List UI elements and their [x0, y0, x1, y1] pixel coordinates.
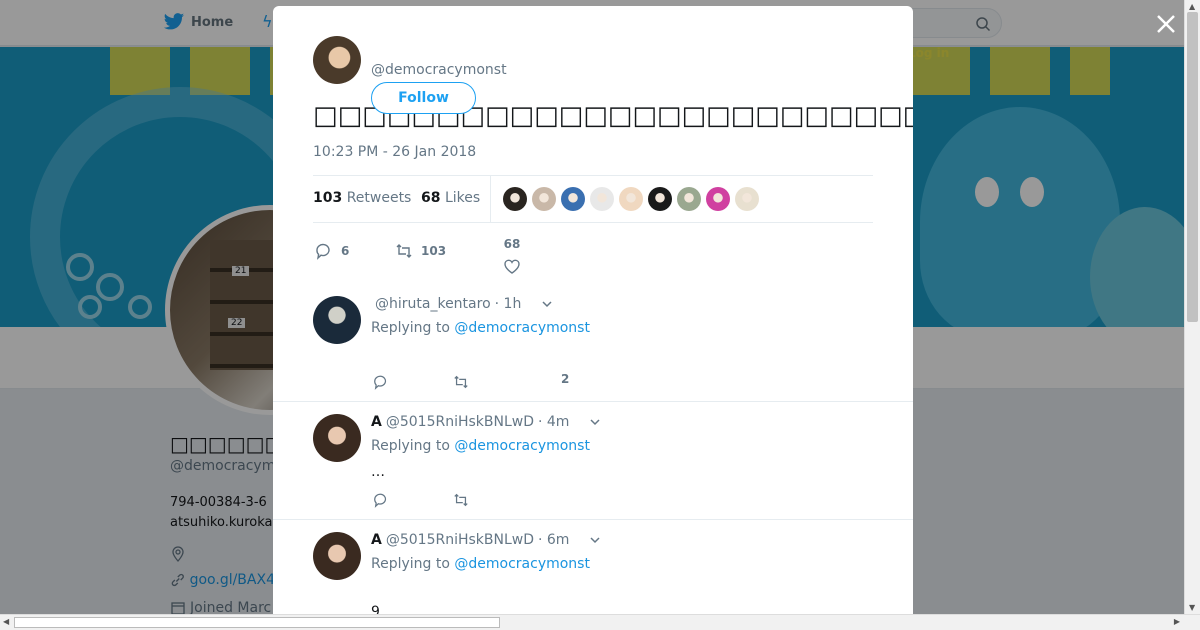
reply-action[interactable]: 6: [315, 242, 349, 260]
reply-handle[interactable]: @hiruta_kentaro: [375, 296, 491, 312]
reply-time[interactable]: · 6m: [538, 532, 569, 548]
reply-item[interactable]: A @5015RniHskBNLwD · 4m Replying to @dem…: [273, 402, 913, 520]
reply-header: @hiruta_kentaro · 1h: [375, 296, 553, 312]
close-button[interactable]: [1154, 12, 1178, 36]
stats-divider: [490, 176, 491, 222]
chevron-down-icon[interactable]: [541, 298, 553, 310]
retweets-label: Retweets: [346, 190, 412, 206]
liker-avatar[interactable]: [619, 187, 643, 211]
tweet-stats: 103 Retweets 68 Likes: [313, 175, 873, 223]
reply-item[interactable]: A @5015RniHskBNLwD · 6m Replying to @dem…: [273, 520, 913, 614]
like-count: 68: [503, 237, 521, 251]
heart-icon: [504, 259, 520, 274]
reply-header: A @5015RniHskBNLwD · 6m: [371, 532, 601, 548]
retweets-count: 103: [313, 190, 343, 206]
liker-avatar[interactable]: [561, 187, 585, 211]
tweet-actions: 6 103 68: [313, 234, 613, 284]
scroll-right-arrow[interactable]: ▶: [1174, 617, 1180, 626]
reply-actions: [371, 492, 631, 512]
reply-item[interactable]: @hiruta_kentaro · 1h Replying to @democr…: [273, 284, 913, 402]
author-avatar[interactable]: [313, 36, 361, 84]
author-handle[interactable]: @democracymonst: [371, 62, 507, 78]
reply-icon: [374, 375, 387, 390]
reply-text: 9: [371, 604, 380, 614]
replying-to: Replying to @democracymonst: [371, 438, 590, 454]
likes-stat[interactable]: 68 Likes: [421, 190, 480, 206]
retweet-icon: [396, 244, 412, 258]
reply-action[interactable]: [373, 374, 389, 390]
reply-handle[interactable]: @5015RniHskBNLwD: [386, 532, 534, 548]
reply-handle[interactable]: @5015RniHskBNLwD: [386, 414, 534, 430]
retweet-action[interactable]: [453, 492, 469, 508]
retweets-stat[interactable]: 103 Retweets: [313, 190, 411, 206]
replying-to-handle[interactable]: @democracymonst: [454, 438, 590, 454]
liker-avatar[interactable]: [706, 187, 730, 211]
reply-avatar[interactable]: [313, 296, 361, 344]
liker-avatar[interactable]: [503, 187, 527, 211]
retweet-icon: [454, 375, 468, 389]
replying-to-handle[interactable]: @democracymonst: [454, 320, 590, 336]
tweet-timestamp[interactable]: 10:23 PM - 26 Jan 2018: [313, 144, 476, 160]
vertical-scroll-thumb[interactable]: [1187, 12, 1198, 322]
chevron-down-icon[interactable]: [589, 534, 601, 546]
chevron-down-icon[interactable]: [589, 416, 601, 428]
reply-text: …: [371, 464, 385, 480]
likes-label: Likes: [444, 190, 481, 206]
reply-icon: [374, 493, 387, 508]
replying-to-handle[interactable]: @democracymonst: [454, 556, 590, 572]
scroll-down-arrow[interactable]: ▼: [1189, 603, 1195, 612]
retweet-action[interactable]: [453, 374, 469, 390]
reply-time[interactable]: · 1h: [495, 296, 522, 312]
liker-avatar[interactable]: [735, 187, 759, 211]
close-icon: [1157, 15, 1175, 33]
reply-count: 6: [341, 244, 350, 258]
scroll-up-arrow[interactable]: ▲: [1189, 2, 1195, 11]
replying-to: Replying to @democracymonst: [371, 320, 590, 336]
reply-header: A @5015RniHskBNLwD · 4m: [371, 414, 601, 430]
reply-avatar[interactable]: [313, 532, 361, 580]
like-action[interactable]: 68: [503, 237, 521, 275]
reply-avatar[interactable]: [313, 414, 361, 462]
retweet-icon: [454, 493, 468, 507]
replying-prefix: Replying to: [371, 556, 450, 572]
reply-actions: 2: [371, 372, 631, 394]
tweet-modal: @democracymonst □□□□□□□□□□□□□□□□□□□□□□□□…: [273, 6, 913, 614]
horizontal-scroll-thumb[interactable]: [14, 617, 500, 628]
replying-prefix: Replying to: [371, 438, 450, 454]
horizontal-scrollbar[interactable]: ◀ ▶: [0, 614, 1200, 630]
reply-icon: [316, 243, 330, 260]
liker-avatars: [503, 187, 759, 211]
retweet-action[interactable]: 103: [395, 242, 446, 260]
liker-avatar[interactable]: [648, 187, 672, 211]
vertical-scrollbar[interactable]: ▲ ▼: [1184, 0, 1200, 614]
reply-display-name[interactable]: A: [371, 414, 382, 430]
replying-prefix: Replying to: [371, 320, 450, 336]
reply-action[interactable]: [373, 492, 389, 508]
scroll-left-arrow[interactable]: ◀: [3, 617, 9, 626]
replying-to: Replying to @democracymonst: [371, 556, 590, 572]
likes-count: 68: [421, 190, 441, 206]
follow-button[interactable]: Follow: [371, 82, 476, 114]
liker-avatar[interactable]: [590, 187, 614, 211]
reply-display-name[interactable]: A: [371, 532, 382, 548]
liker-avatar[interactable]: [532, 187, 556, 211]
liker-avatar[interactable]: [677, 187, 701, 211]
like-action[interactable]: 2: [561, 372, 569, 386]
reply-time[interactable]: · 4m: [538, 414, 569, 430]
retweet-count: 103: [421, 244, 447, 258]
like-count: 2: [561, 372, 570, 386]
